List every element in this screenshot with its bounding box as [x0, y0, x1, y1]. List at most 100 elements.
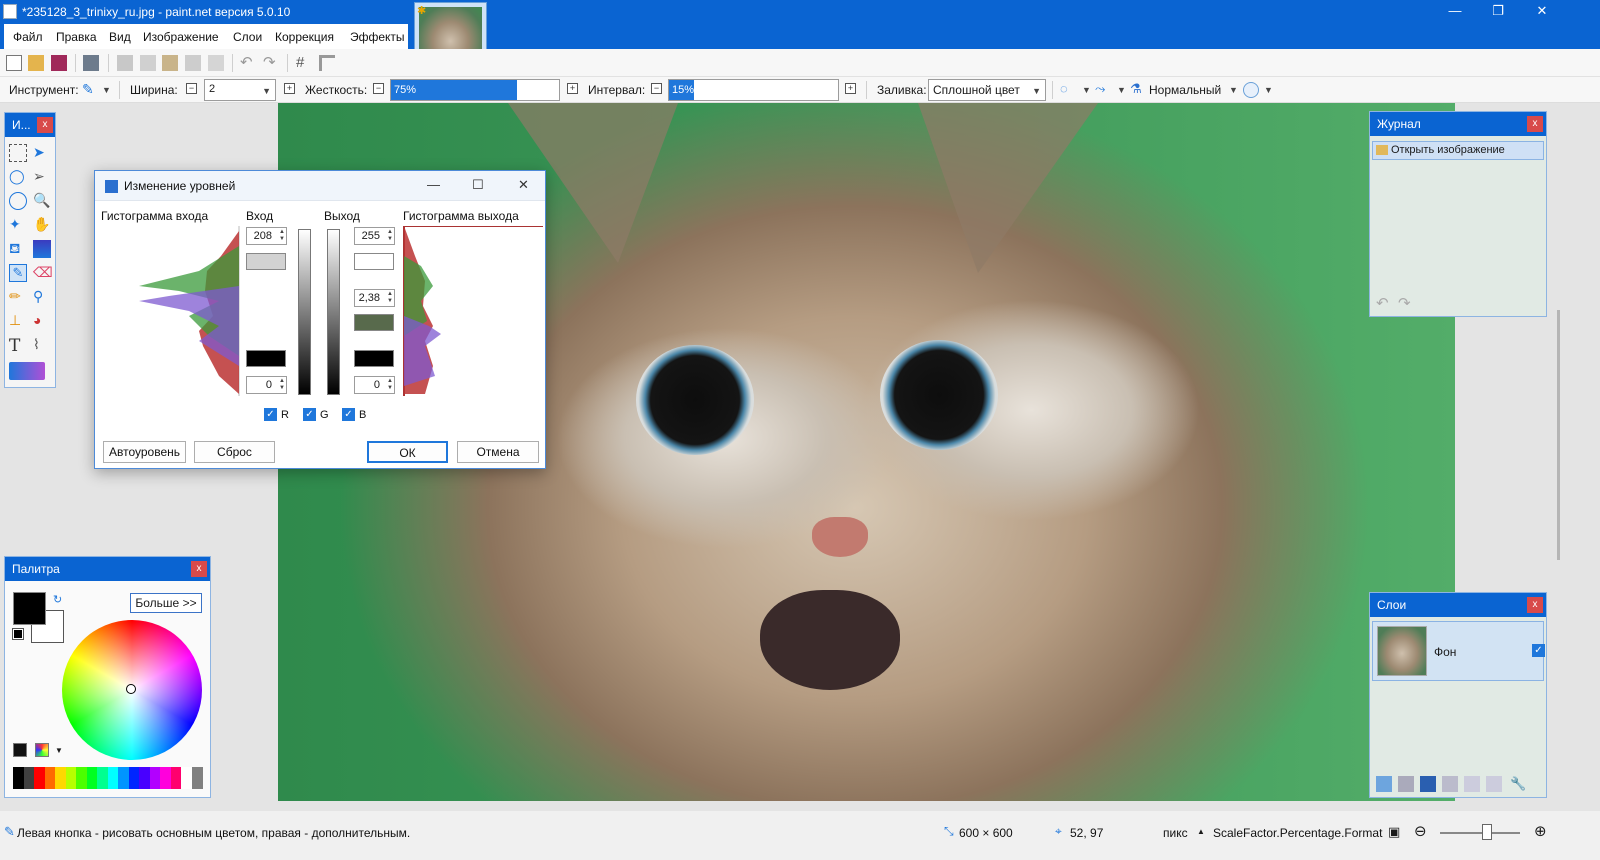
history-panel-close-button[interactable]: x	[1527, 116, 1543, 132]
palette-swatch[interactable]	[181, 767, 192, 789]
palette-swatch[interactable]	[160, 767, 171, 789]
reset-button[interactable]: Сброс	[194, 441, 275, 463]
interval-decrease-button[interactable]: −	[651, 83, 662, 94]
deselect-icon[interactable]	[208, 55, 224, 71]
grid-icon[interactable]: #	[296, 55, 312, 71]
history-undo-icon[interactable]: ↶	[1376, 294, 1389, 312]
primary-mode-icon[interactable]	[13, 743, 27, 757]
channel-b-checkbox[interactable]: ✓	[342, 408, 355, 421]
levels-dialog-header[interactable]: Изменение уровней — ☐ ✕	[95, 171, 545, 201]
selection-clip-icon[interactable]	[1243, 82, 1259, 98]
dialog-close-button[interactable]: ✕	[518, 177, 529, 193]
palette-swatch[interactable]	[191, 767, 203, 789]
pan-hand-icon[interactable]: ✋	[33, 216, 51, 234]
print-icon[interactable]	[83, 55, 99, 71]
undo-icon[interactable]: ↶	[240, 55, 256, 71]
layers-panel-close-button[interactable]: x	[1527, 597, 1543, 613]
output-gamma-spinner[interactable]: 2,38 ▲ ▼	[354, 289, 395, 307]
gradient-icon[interactable]	[33, 240, 51, 258]
input-high-spinner[interactable]: 208 ▲ ▼	[246, 227, 287, 245]
output-high-swatch[interactable]	[354, 253, 394, 270]
move-selection-icon[interactable]: ➢	[33, 168, 51, 186]
palette-swatches[interactable]	[13, 767, 203, 789]
palette-swatch[interactable]	[118, 767, 129, 789]
output-high-spinner[interactable]: 255 ▲ ▼	[354, 227, 395, 245]
menu-adjustments[interactable]: Коррекция	[275, 30, 334, 44]
shapes-icon[interactable]	[9, 362, 45, 380]
palette-swatch[interactable]	[149, 767, 161, 789]
vertical-scrollbar[interactable]	[1557, 310, 1560, 560]
ellipse-select-icon[interactable]	[9, 192, 27, 210]
hardness-increase-button[interactable]: +	[567, 83, 578, 94]
fill-dropdown-icon[interactable]: ▼	[1032, 86, 1041, 96]
paintbrush-tool-icon[interactable]: ✎	[9, 264, 27, 282]
recolor-icon[interactable]: ◕	[33, 312, 51, 330]
hardness-decrease-button[interactable]: −	[373, 83, 384, 94]
blend-mode-value[interactable]: Нормальный	[1149, 83, 1221, 97]
width-input[interactable]: 2 ▼	[204, 79, 276, 101]
palette-panel-close-button[interactable]: x	[191, 561, 207, 577]
palette-swatch[interactable]	[65, 767, 77, 789]
blending-dropdown-icon[interactable]: ▼	[1117, 85, 1126, 95]
lasso-select-icon[interactable]: ◯	[9, 168, 27, 186]
palette-panel-header[interactable]: Палитра	[5, 557, 210, 581]
magic-wand-icon[interactable]: ✦	[9, 216, 27, 234]
fill-mode-select[interactable]: Сплошной цвет ▼	[928, 79, 1046, 101]
swap-colors-icon[interactable]: ↻	[53, 593, 62, 606]
palette-swatch[interactable]	[170, 767, 182, 789]
rectangle-select-icon[interactable]	[9, 144, 27, 162]
output-high-arrows-icon[interactable]: ▲ ▼	[383, 229, 393, 243]
new-file-icon[interactable]	[6, 55, 22, 71]
dialog-minimize-button[interactable]: —	[427, 177, 440, 192]
delete-layer-icon[interactable]	[1398, 776, 1414, 792]
more-colors-button[interactable]: Больше >>	[130, 593, 202, 613]
zoom-slider-thumb[interactable]	[1482, 824, 1492, 840]
layers-panel-header[interactable]: Слои	[1370, 593, 1546, 617]
input-gradient-bar[interactable]	[298, 229, 311, 395]
clone-stamp-icon[interactable]: ⊥	[9, 312, 27, 330]
zoom-out-icon[interactable]: ⊖	[1414, 822, 1427, 840]
move-layer-down-icon[interactable]	[1486, 776, 1502, 792]
menu-edit[interactable]: Правка	[56, 30, 97, 44]
line-curve-icon[interactable]: ⌇	[33, 336, 51, 354]
layer-row-background[interactable]: Фон ✓	[1372, 621, 1545, 681]
units-dropdown-icon[interactable]: ▲	[1197, 827, 1205, 836]
primary-color-swatch[interactable]	[13, 592, 46, 625]
cancel-button[interactable]: Отмена	[457, 441, 539, 463]
output-low-spinner[interactable]: 0 ▲ ▼	[354, 376, 395, 394]
redo-icon[interactable]: ↷	[263, 55, 279, 71]
zoom-slider[interactable]	[1440, 832, 1520, 834]
save-file-icon[interactable]	[51, 55, 67, 71]
merge-layer-icon[interactable]	[1442, 776, 1458, 792]
move-layer-up-icon[interactable]	[1464, 776, 1480, 792]
layer-visibility-checkbox[interactable]: ✓	[1532, 644, 1545, 657]
output-low-swatch[interactable]	[354, 350, 394, 367]
history-redo-icon[interactable]: ↷	[1398, 294, 1411, 312]
tool-dropdown-icon[interactable]: ▼	[102, 85, 111, 95]
duplicate-layer-icon[interactable]	[1420, 776, 1436, 792]
open-file-icon[interactable]	[28, 55, 44, 71]
palette-swatch[interactable]	[86, 767, 98, 789]
interval-slider[interactable]: 15%	[668, 79, 839, 101]
input-low-swatch[interactable]	[246, 350, 286, 367]
cut-icon[interactable]	[117, 55, 133, 71]
menu-file[interactable]: Файл	[13, 30, 43, 44]
layer-properties-wrench-icon[interactable]: 🔧	[1510, 776, 1526, 792]
palette-swatch[interactable]	[34, 767, 45, 789]
interval-increase-button[interactable]: +	[845, 83, 856, 94]
palette-swatch[interactable]	[139, 767, 150, 789]
minimize-button[interactable]: —	[1440, 2, 1470, 22]
dialog-maximize-button[interactable]: ☐	[472, 177, 484, 193]
menu-view[interactable]: Вид	[109, 30, 131, 44]
input-low-spinner[interactable]: 0 ▲ ▼	[246, 376, 287, 394]
units-selector[interactable]: пикс	[1163, 826, 1188, 840]
ok-button[interactable]: ОК	[367, 441, 448, 463]
history-item-open-image[interactable]: Открыть изображение	[1372, 141, 1544, 160]
move-selected-icon[interactable]: ➤	[33, 144, 51, 162]
blend-mode-dropdown-icon[interactable]: ▼	[1229, 85, 1238, 95]
palette-swatch[interactable]	[55, 767, 66, 789]
width-decrease-button[interactable]: −	[186, 83, 197, 94]
antialiasing-dropdown-icon[interactable]: ▼	[1082, 85, 1091, 95]
copy-icon[interactable]	[140, 55, 156, 71]
zoom-to-window-icon[interactable]: ▣	[1388, 824, 1400, 840]
